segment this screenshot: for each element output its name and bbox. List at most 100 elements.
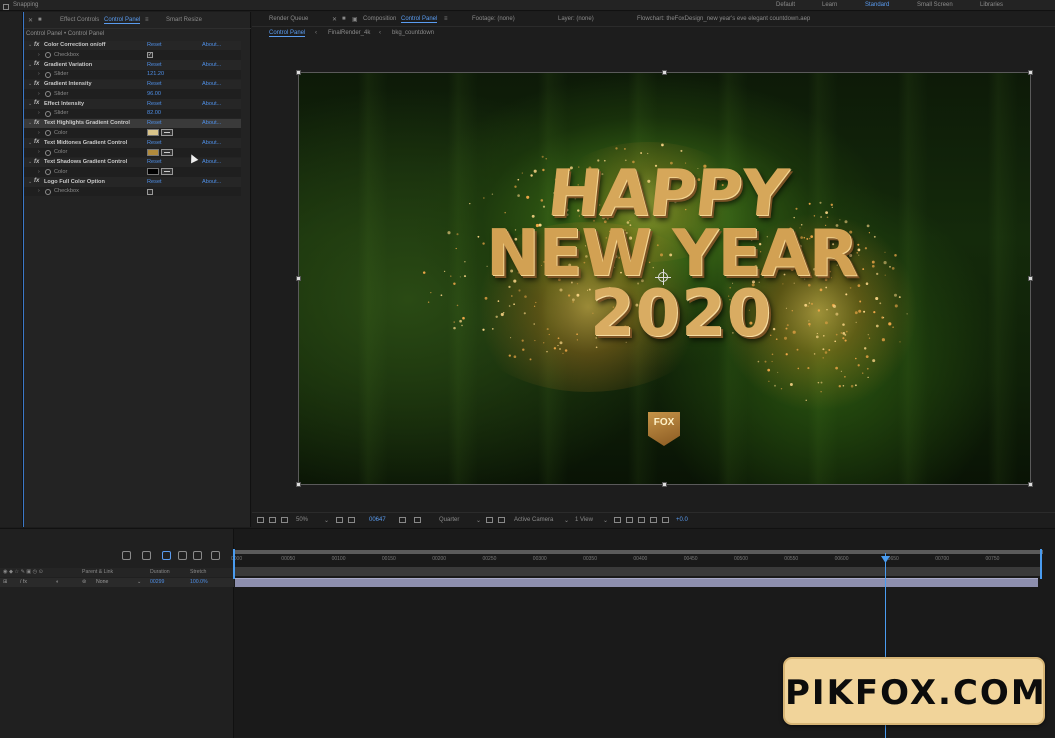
- reset-link[interactable]: Reset: [147, 179, 162, 185]
- layer-stretch[interactable]: 100.0%: [190, 579, 208, 585]
- twirl-arrow-icon[interactable]: ⌄: [28, 81, 32, 87]
- effect-property-row[interactable]: › Slider 82.00: [24, 108, 241, 119]
- color-swatch[interactable]: [147, 168, 159, 176]
- effect-property-row[interactable]: › Color: [24, 147, 241, 158]
- effect-row[interactable]: ⌄ fx Gradient Variation Reset About...: [24, 60, 241, 70]
- fx-toggle-icon[interactable]: fx: [34, 159, 39, 165]
- twirl-arrow-icon[interactable]: ›: [38, 188, 40, 194]
- effect-row[interactable]: ⌄ fx Text Shadows Gradient Control Reset Abo…: [24, 157, 241, 168]
- tab-footage[interactable]: Footage: (none): [472, 16, 515, 22]
- about-link[interactable]: About...: [202, 42, 221, 48]
- reset-link[interactable]: Reset: [147, 140, 162, 146]
- fx-toggle-icon[interactable]: fx: [34, 120, 39, 126]
- effect-controls-tab-label[interactable]: Effect Controls: [60, 17, 99, 23]
- eyedropper-icon[interactable]: [161, 148, 173, 156]
- stopwatch-icon[interactable]: [45, 188, 51, 195]
- column-duration[interactable]: Duration: [150, 569, 170, 575]
- work-area-end[interactable]: [1040, 549, 1046, 579]
- parent-pickwhip-icon[interactable]: ⊚: [82, 579, 86, 585]
- effect-row[interactable]: ⌄ fx Color Correction on/off Reset About...: [24, 40, 241, 51]
- resolution-dropdown[interactable]: Quarter: [439, 517, 459, 523]
- effect-row[interactable]: ⌄ fx Logo Full Color Option Reset About...: [24, 177, 241, 187]
- fx-toggle-icon[interactable]: fx: [34, 81, 39, 87]
- draft-3d-icon[interactable]: [142, 551, 151, 560]
- stopwatch-icon[interactable]: [45, 52, 51, 59]
- layer-fx-switch-icon[interactable]: / fx: [20, 579, 27, 585]
- slider-value[interactable]: 82.00: [147, 110, 161, 116]
- about-link[interactable]: About...: [202, 81, 221, 87]
- stopwatch-icon[interactable]: [45, 110, 51, 117]
- exposure-value[interactable]: +0.0: [676, 517, 688, 523]
- effect-property-row[interactable]: › Checkbox: [24, 186, 241, 197]
- effect-row[interactable]: ⌄ fx Gradient Intensity Reset About...: [24, 79, 241, 90]
- workspace-default[interactable]: Default: [776, 2, 795, 8]
- transform-handle[interactable]: [296, 482, 301, 487]
- reset-link[interactable]: Reset: [147, 159, 162, 165]
- effect-property-row[interactable]: › Color: [24, 128, 241, 138]
- layer-duration-bar[interactable]: [235, 578, 1038, 587]
- stopwatch-icon[interactable]: [45, 149, 51, 156]
- tab-composition-label[interactable]: Composition: [363, 16, 396, 22]
- graph-editor-icon[interactable]: [211, 551, 220, 560]
- lock-icon[interactable]: ■: [342, 16, 346, 22]
- effect-row[interactable]: ⌄ fx Text Midtones Gradient Control Reset Ab…: [24, 138, 241, 148]
- checkbox[interactable]: [147, 188, 153, 195]
- close-icon[interactable]: ✕: [332, 16, 337, 23]
- about-link[interactable]: About...: [202, 120, 221, 126]
- snapping-label[interactable]: Snapping: [13, 2, 38, 8]
- motion-blur-icon[interactable]: [193, 551, 202, 560]
- workspace-libraries[interactable]: Libraries: [980, 2, 1003, 8]
- tab-smart-resize[interactable]: Smart Resize: [166, 17, 202, 23]
- lock-icon[interactable]: ■: [38, 17, 42, 23]
- workspace-standard[interactable]: Standard: [865, 2, 889, 8]
- camera-view-dropdown[interactable]: Active Camera: [514, 517, 553, 523]
- twirl-arrow-icon[interactable]: ⌄: [28, 101, 32, 107]
- effect-controls-tab-layer[interactable]: Control Panel: [104, 17, 141, 24]
- effect-property-row[interactable]: › Color: [24, 167, 241, 177]
- time-navigator[interactable]: [235, 550, 1043, 554]
- tab-composition-control-panel[interactable]: Control Panel: [401, 16, 438, 23]
- breadcrumb-control-panel[interactable]: Control Panel: [269, 30, 306, 37]
- work-area-start[interactable]: [233, 549, 235, 579]
- twirl-arrow-icon[interactable]: ⌄: [28, 62, 32, 68]
- twirl-arrow-icon[interactable]: ⌄: [28, 140, 32, 146]
- zoom-dropdown[interactable]: 50%: [296, 517, 308, 523]
- twirl-arrow-icon[interactable]: ⌄: [28, 179, 32, 185]
- reset-exposure-icon[interactable]: [662, 517, 669, 523]
- view-layout-dropdown[interactable]: 1 View: [575, 517, 593, 523]
- effect-row[interactable]: ⌄ fx Text Highlights Gradient Control Reset…: [24, 118, 241, 129]
- effect-row[interactable]: ⌄ fx Effect Intensity Reset About...: [24, 99, 241, 109]
- twirl-arrow-icon[interactable]: ›: [38, 71, 40, 77]
- transparency-grid-icon[interactable]: [498, 517, 505, 523]
- current-timecode[interactable]: 00647: [369, 517, 386, 523]
- twirl-arrow-icon[interactable]: ⌄: [28, 159, 32, 165]
- stopwatch-icon[interactable]: [45, 91, 51, 98]
- about-link[interactable]: About...: [202, 62, 221, 68]
- fx-toggle-icon[interactable]: fx: [34, 42, 39, 48]
- effect-property-row[interactable]: › Slider 121.20: [24, 69, 241, 80]
- eyedropper-icon[interactable]: [161, 168, 173, 176]
- frame-blending-icon[interactable]: [178, 551, 187, 560]
- tab-layer[interactable]: Layer: (none): [558, 16, 594, 22]
- breadcrumb-finalrender[interactable]: FinalRender_4k: [328, 30, 370, 36]
- slider-value[interactable]: 96.00: [147, 91, 161, 97]
- tab-render-queue[interactable]: Render Queue: [269, 16, 308, 22]
- fast-previews-icon[interactable]: [626, 517, 633, 523]
- fx-toggle-icon[interactable]: fx: [34, 139, 39, 145]
- twirl-arrow-icon[interactable]: ›: [38, 169, 40, 175]
- stopwatch-icon[interactable]: [45, 130, 51, 137]
- checkbox[interactable]: ✓: [147, 52, 153, 59]
- color-swatch[interactable]: [147, 129, 159, 137]
- effect-property-row[interactable]: › Slider 96.00: [24, 89, 241, 99]
- flowchart-icon[interactable]: [650, 517, 657, 523]
- reset-link[interactable]: Reset: [147, 101, 162, 107]
- reset-link[interactable]: Reset: [147, 62, 162, 68]
- timeline-icon[interactable]: [638, 517, 645, 523]
- fx-toggle-icon[interactable]: fx: [34, 100, 39, 106]
- comp-mini-flowchart-icon[interactable]: [122, 551, 131, 560]
- toggle-pixel-aspect-icon[interactable]: [614, 517, 621, 523]
- about-link[interactable]: About...: [202, 159, 221, 165]
- twirl-arrow-icon[interactable]: ⌄: [28, 42, 32, 48]
- transform-handle[interactable]: [296, 276, 301, 281]
- panel-menu-icon[interactable]: ≡: [444, 16, 448, 22]
